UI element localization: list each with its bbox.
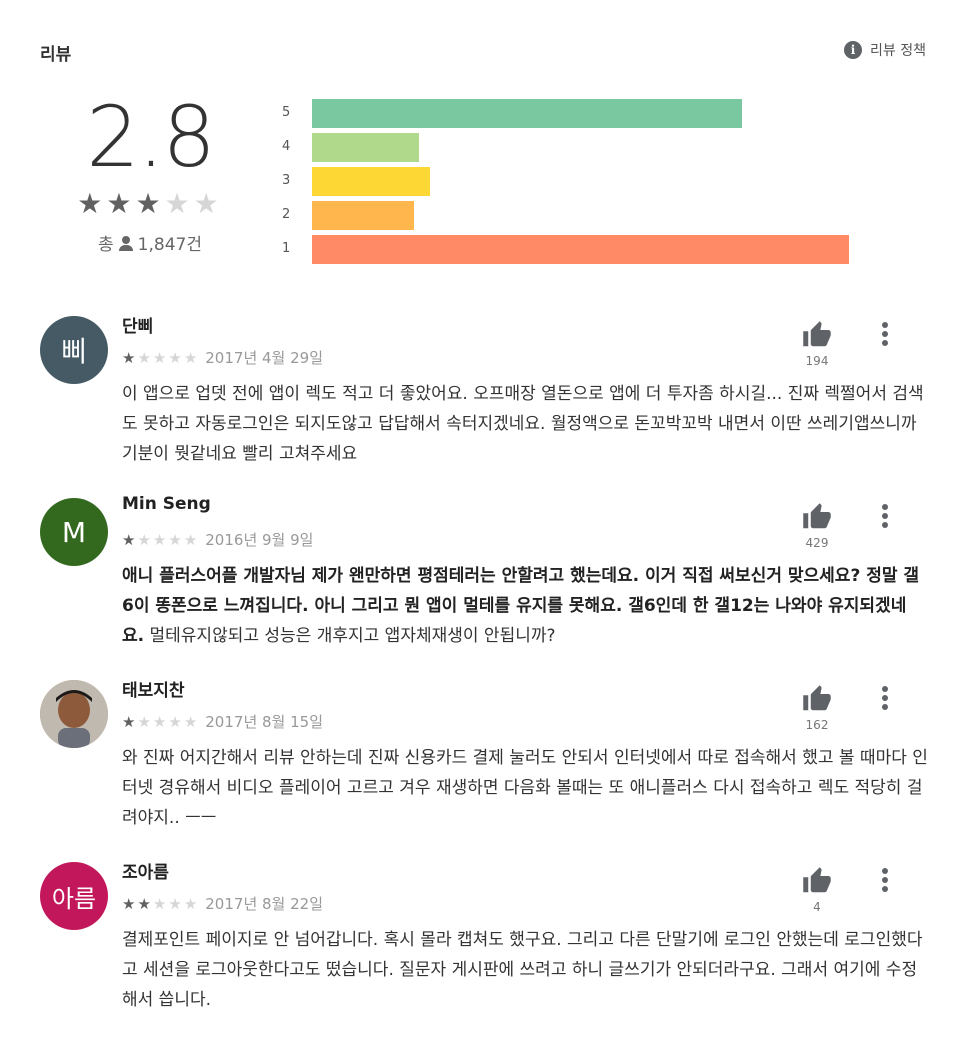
star-icon: ★: [122, 348, 138, 367]
helpful-button[interactable]: 429: [800, 502, 834, 550]
star-icon: ★: [137, 348, 153, 367]
average-stars: ★★★★★: [60, 187, 240, 220]
person-icon: [118, 235, 134, 251]
review-meta: ★★★★★ 2017년 8월 22일: [122, 893, 323, 914]
helpful-count: 4: [813, 900, 821, 914]
histogram-label: 1: [282, 241, 291, 256]
review-date: 2017년 8월 22일: [205, 895, 324, 913]
helpful-button[interactable]: 4: [800, 866, 834, 914]
thumbs-up-icon: [800, 866, 834, 896]
review-stars: ★★★★★: [122, 713, 199, 731]
review-text: 결제포인트 페이지로 안 넘어갑니다. 혹시 몰라 캡쳐도 했구요. 그리고 다…: [122, 925, 928, 1015]
review-stars: ★★★★★: [122, 895, 199, 913]
total-reviews: 총 1,847건: [60, 230, 240, 255]
star-icon: ★: [183, 530, 200, 549]
histogram-label: 2: [282, 207, 291, 222]
star-icon: ★: [152, 712, 169, 731]
total-prefix: 총: [98, 235, 114, 255]
section-title: 리뷰: [40, 45, 72, 65]
more-options-icon[interactable]: [876, 686, 894, 714]
review-body: 이 앱으로 업뎃 전에 앱이 렉도 적고 더 좋았어요. 오프매장 열돈으로 앱…: [122, 384, 924, 464]
review-author: 태보지찬: [122, 681, 185, 701]
thumbs-up-icon: [800, 502, 834, 532]
helpful-count: 194: [805, 354, 829, 368]
review-policy-link[interactable]: i 리뷰 정책: [844, 40, 926, 60]
helpful-count: 162: [805, 718, 829, 732]
rating-summary: 2.8 ★★★★★ 총 1,847건: [60, 95, 240, 255]
total-count: 1,847건: [137, 235, 202, 255]
star-icon: ★: [168, 530, 184, 549]
star-icon: ★: [183, 348, 200, 367]
review-body: 와 진짜 어지간해서 리뷰 안하는데 진짜 신용카드 결제 눌러도 안되서 인터…: [122, 748, 928, 828]
star-icon: ★: [137, 894, 153, 913]
review-meta: ★★★★★ 2016년 9월 9일: [122, 529, 313, 550]
avatar-photo: [40, 680, 108, 748]
helpful-count: 429: [805, 536, 829, 550]
star-icon: ★: [168, 712, 184, 731]
star-icon: ★: [168, 894, 184, 913]
more-options-icon[interactable]: [876, 504, 894, 532]
avatar[interactable]: [40, 680, 108, 748]
star-icon: ★: [137, 712, 153, 731]
helpful-button[interactable]: 162: [800, 684, 834, 732]
star-icon: ★: [193, 187, 223, 220]
star-icon: ★: [135, 187, 165, 220]
star-icon: ★: [168, 348, 184, 367]
histogram-bar: [312, 201, 414, 230]
review-meta: ★★★★★ 2017년 8월 15일: [122, 711, 323, 732]
review-author: 단삐: [122, 317, 154, 337]
star-icon: ★: [77, 187, 107, 220]
average-rating: 2.8: [86, 88, 216, 186]
review-stars: ★★★★★: [122, 349, 199, 367]
thumbs-up-icon: [800, 320, 834, 350]
review-date: 2016년 9월 9일: [205, 531, 314, 549]
star-icon: ★: [152, 348, 169, 367]
star-icon: ★: [152, 530, 169, 549]
star-icon: ★: [183, 712, 200, 731]
thumbs-up-icon: [800, 684, 834, 714]
histogram-label: 5: [282, 105, 291, 120]
review-body: 멀테유지않되고 성능은 개후지고 앱자체재생이 안됩니까?: [144, 626, 556, 646]
review-text: 애니 플러스어플 개발자님 제가 왠만하면 평점테러는 안할려고 했는데요. 이…: [122, 561, 928, 651]
star-icon: ★: [122, 894, 138, 913]
star-icon: ★: [106, 187, 136, 220]
review-stars: ★★★★★: [122, 531, 199, 549]
histogram-bar: [312, 167, 430, 196]
star-icon: ★: [122, 712, 138, 731]
histogram-label: 3: [282, 173, 291, 188]
star-icon: ★: [183, 894, 200, 913]
histogram-bar: [312, 99, 742, 128]
review-policy-label: 리뷰 정책: [870, 43, 926, 59]
info-icon: i: [844, 41, 863, 59]
histogram-bar: [312, 235, 849, 264]
histogram-bar: [312, 133, 419, 162]
review-author: Min Seng: [122, 494, 211, 514]
review-text: 와 진짜 어지간해서 리뷰 안하는데 진짜 신용카드 결제 눌러도 안되서 인터…: [122, 743, 928, 833]
avatar[interactable]: 아름: [40, 862, 108, 930]
star-icon: ★: [164, 187, 194, 220]
histogram-label: 4: [282, 139, 291, 154]
star-icon: ★: [152, 894, 169, 913]
review-body: 결제포인트 페이지로 안 넘어갑니다. 혹시 몰라 캡쳐도 했구요. 그리고 다…: [122, 930, 923, 1010]
star-icon: ★: [137, 530, 153, 549]
avatar[interactable]: M: [40, 498, 108, 566]
review-meta: ★★★★★ 2017년 4월 29일: [122, 347, 323, 368]
review-date: 2017년 4월 29일: [205, 349, 324, 367]
review-date: 2017년 8월 15일: [205, 713, 324, 731]
avatar[interactable]: 삐: [40, 316, 108, 384]
more-options-icon[interactable]: [876, 868, 894, 896]
star-icon: ★: [122, 530, 138, 549]
more-options-icon[interactable]: [876, 322, 894, 350]
helpful-button[interactable]: 194: [800, 320, 834, 368]
review-author: 조아름: [122, 863, 169, 883]
review-text: 이 앱으로 업뎃 전에 앱이 렉도 적고 더 좋았어요. 오프매장 열돈으로 앱…: [122, 379, 928, 469]
